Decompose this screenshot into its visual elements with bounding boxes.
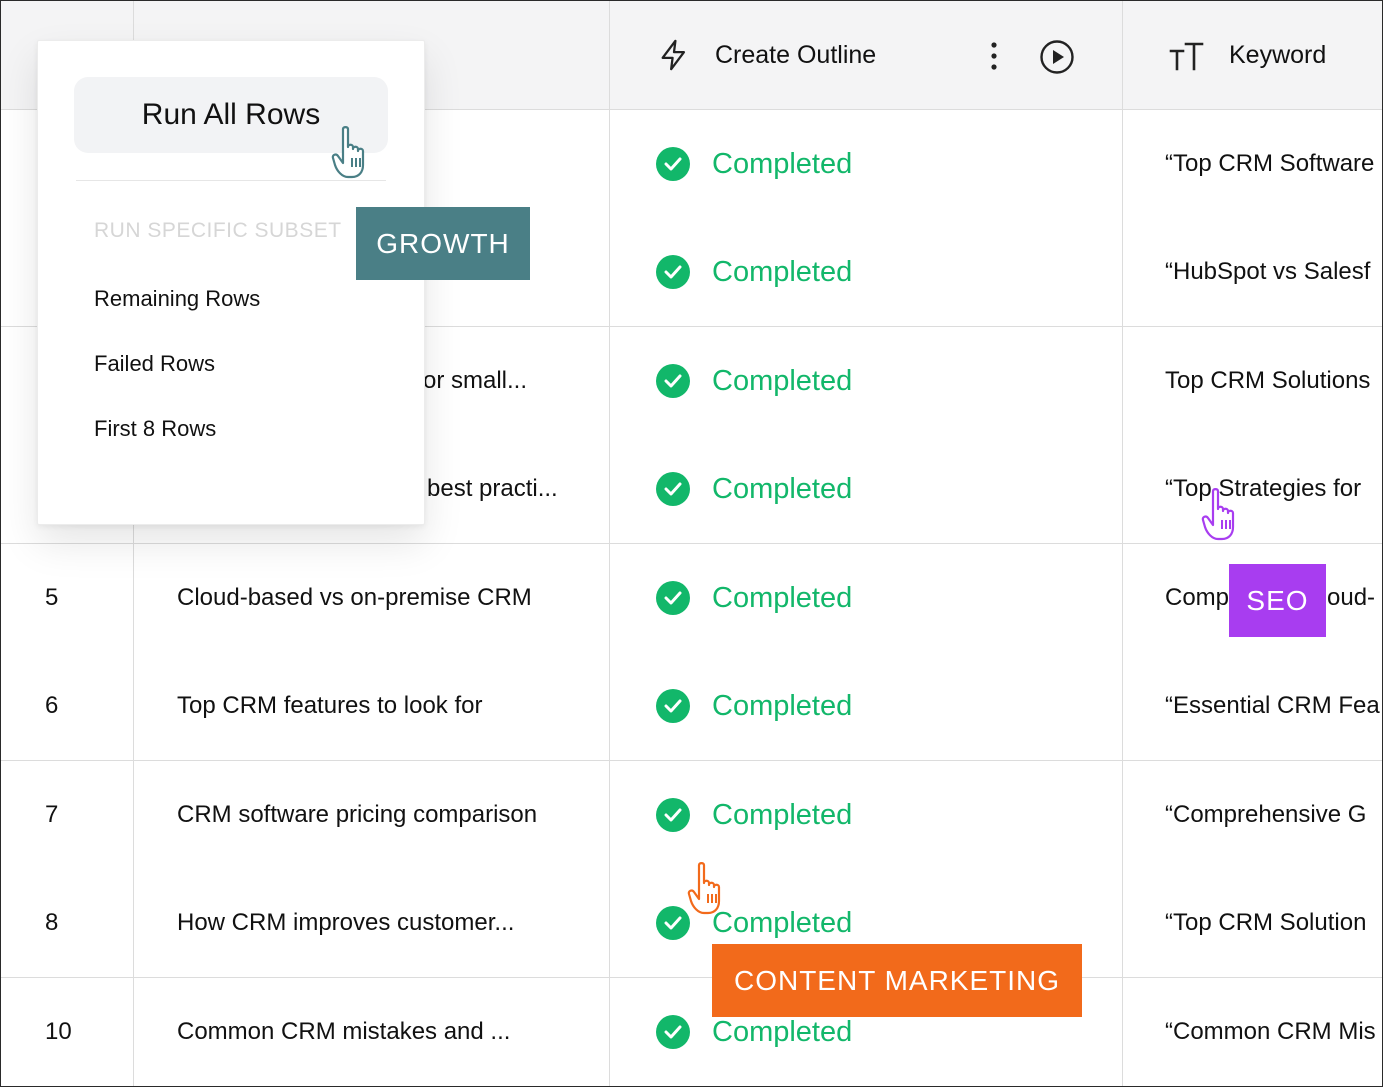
check-circle-icon bbox=[656, 147, 690, 181]
menu-item-first-8-rows[interactable]: First 8 Rows bbox=[94, 416, 216, 442]
row-number: 6 bbox=[45, 692, 59, 719]
run-menu-popup: Run All Rows RUN SPECIFIC SUBSET Remaini… bbox=[37, 40, 425, 525]
row-number: 8 bbox=[45, 909, 59, 936]
status-text: Completed bbox=[712, 364, 853, 397]
topic-cell: Common CRM mistakes and ... bbox=[177, 1018, 511, 1045]
check-circle-icon bbox=[656, 364, 690, 398]
keyword-cell: “Top CRM Solution bbox=[1165, 909, 1367, 936]
column-title: Create Outline bbox=[715, 40, 877, 69]
table-row[interactable]: 7 CRM software pricing comparison Comple… bbox=[1, 761, 1382, 870]
column-header-keyword[interactable]: Keyword bbox=[1169, 1, 1326, 109]
content-marketing-tag: CONTENT MARKETING bbox=[712, 944, 1082, 1017]
status-cell: Completed bbox=[656, 652, 852, 760]
seo-tag: SEO bbox=[1229, 564, 1326, 637]
menu-section-label: RUN SPECIFIC SUBSET bbox=[94, 219, 342, 242]
status-text: Completed bbox=[712, 798, 853, 831]
keyword-cell: “HubSpot vs Salesf bbox=[1165, 258, 1371, 285]
keyword-cell: “Top Strategies for bbox=[1165, 475, 1362, 502]
keyword-cell: “Top CRM Software bbox=[1165, 150, 1375, 177]
text-size-icon bbox=[1169, 38, 1205, 72]
column-title: Keyword bbox=[1229, 40, 1327, 69]
column-header-create-outline[interactable]: Create Outline bbox=[657, 1, 876, 109]
keyword-cell: “Common CRM Mis bbox=[1165, 1018, 1376, 1045]
table-row[interactable]: 10 Common CRM mistakes and ... Completed… bbox=[1, 978, 1382, 1086]
status-cell: Completed bbox=[656, 544, 852, 652]
check-circle-icon bbox=[656, 906, 690, 940]
keyword-cell: “Comprehensive G bbox=[1165, 801, 1367, 828]
topic-cell: Cloud-based vs on-premise CRM bbox=[177, 584, 532, 611]
topic-cell: Top CRM features to look for bbox=[177, 692, 483, 719]
row-number: 5 bbox=[45, 584, 59, 611]
table-row[interactable]: 5 Cloud-based vs on-premise CRM Complete… bbox=[1, 544, 1382, 653]
status-cell: Completed bbox=[656, 327, 852, 435]
topic-cell: How CRM improves customer... bbox=[177, 909, 515, 936]
spreadsheet-frame: Create Outline Keyword Completed “Top CR… bbox=[0, 0, 1383, 1087]
keyword-cell: Comp bbox=[1165, 584, 1230, 611]
more-vertical-icon[interactable] bbox=[983, 41, 1005, 71]
column-divider bbox=[609, 1, 610, 1086]
check-circle-icon bbox=[656, 581, 690, 615]
status-cell: Completed bbox=[656, 110, 852, 218]
check-circle-icon bbox=[656, 798, 690, 832]
column-divider bbox=[1122, 1, 1123, 1086]
status-text: Completed bbox=[712, 906, 853, 939]
status-cell: Completed bbox=[656, 761, 852, 869]
status-text: Completed bbox=[712, 255, 853, 288]
status-text: Completed bbox=[712, 689, 853, 722]
table-row[interactable]: 6 Top CRM features to look for Completed… bbox=[1, 652, 1382, 761]
status-text: Completed bbox=[712, 1015, 853, 1048]
hand-cursor-icon bbox=[687, 861, 733, 922]
topic-cell: best practi... bbox=[427, 475, 558, 502]
status-text: Completed bbox=[712, 581, 853, 614]
check-circle-icon bbox=[656, 255, 690, 289]
keyword-cell-tail: oud- bbox=[1327, 584, 1376, 611]
keyword-cell: “Essential CRM Fea bbox=[1165, 692, 1380, 719]
play-circle-icon[interactable] bbox=[1039, 39, 1075, 75]
keyword-cell: Top CRM Solutions bbox=[1165, 367, 1371, 394]
row-number: 7 bbox=[45, 801, 59, 828]
hand-cursor-icon bbox=[331, 125, 377, 186]
check-circle-icon bbox=[656, 1015, 690, 1049]
menu-item-remaining-rows[interactable]: Remaining Rows bbox=[94, 286, 260, 312]
status-text: Completed bbox=[712, 472, 853, 505]
check-circle-icon bbox=[656, 689, 690, 723]
growth-tag: GROWTH bbox=[356, 207, 530, 280]
row-number: 10 bbox=[45, 1018, 72, 1045]
check-circle-icon bbox=[656, 472, 690, 506]
status-cell: Completed bbox=[656, 435, 852, 543]
status-text: Completed bbox=[712, 147, 853, 180]
topic-cell: CRM software pricing comparison bbox=[177, 801, 538, 828]
status-cell: Completed bbox=[656, 218, 852, 326]
menu-item-failed-rows[interactable]: Failed Rows bbox=[94, 351, 215, 377]
lightning-icon bbox=[657, 38, 691, 72]
topic-cell: or small... bbox=[423, 367, 528, 394]
hand-cursor-icon bbox=[1201, 487, 1247, 548]
